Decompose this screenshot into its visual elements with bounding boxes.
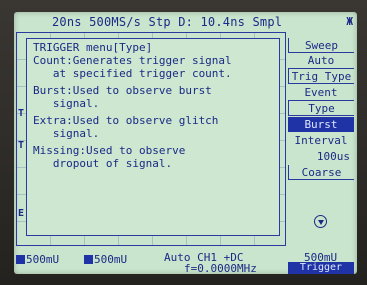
help-line: Burst:Used to observe burst xyxy=(33,84,212,97)
menu-event[interactable]: Event xyxy=(288,85,354,100)
circle-down-arrow-icon[interactable] xyxy=(314,215,327,228)
menu-interval-value[interactable]: 100us xyxy=(288,149,354,164)
ch2-volts: 500mU xyxy=(94,253,128,266)
menu-type-burst-selected[interactable]: Burst xyxy=(288,117,354,132)
ch1-readout: 500mU xyxy=(16,254,59,266)
frequency-readout: f=0.0000MHz xyxy=(184,262,257,275)
help-line: dropout of signal. xyxy=(33,157,173,170)
ch2-badge-icon xyxy=(84,255,93,264)
menu-sweep-value[interactable]: Auto xyxy=(288,53,354,68)
help-line: Extra:Used to observe glitch xyxy=(33,114,219,127)
channel-ground-marker: E xyxy=(18,208,25,219)
help-line: signal. xyxy=(33,97,100,110)
menu-type-header[interactable]: Type xyxy=(288,101,354,116)
menu-trig-type[interactable]: Trig Type xyxy=(288,69,354,84)
trigger-help-popup: TRIGGER menu[Type] Count:Generates trigg… xyxy=(26,38,280,236)
menu-sweep-header[interactable]: Sweep xyxy=(288,38,354,53)
ch1-badge-icon xyxy=(16,255,25,264)
ch2-readout: 500mU xyxy=(84,254,127,266)
trigger-position-marker: T xyxy=(18,140,25,151)
help-title: TRIGGER menu[Type] xyxy=(33,41,153,54)
help-line: signal. xyxy=(33,127,100,140)
menu-coarse[interactable]: Coarse xyxy=(288,165,354,180)
timebase-readout: 20ns 500MS/s Stp D: 10.4ns Smpl xyxy=(52,15,283,29)
trigger-side-menu: Sweep Auto Trig Type Event Type Burst In… xyxy=(288,38,354,253)
help-line: Missing:Used to observe xyxy=(33,144,186,157)
menu-interval[interactable]: Interval xyxy=(288,133,354,148)
ch1-volts: 500mU xyxy=(26,253,60,266)
status-bar: 20ns 500MS/s Stp D: 10.4ns Smpl Ж xyxy=(14,14,357,30)
help-line: at specified trigger count. xyxy=(33,67,232,80)
run-state-icon: Ж xyxy=(346,15,353,28)
help-line: Count:Generates trigger signal xyxy=(33,54,232,67)
trigger-level-marker: T xyxy=(18,108,25,119)
trigger-button[interactable]: Trigger xyxy=(288,262,354,274)
oscilloscope-screen: 20ns 500MS/s Stp D: 10.4ns Smpl Ж T T E … xyxy=(14,12,357,274)
